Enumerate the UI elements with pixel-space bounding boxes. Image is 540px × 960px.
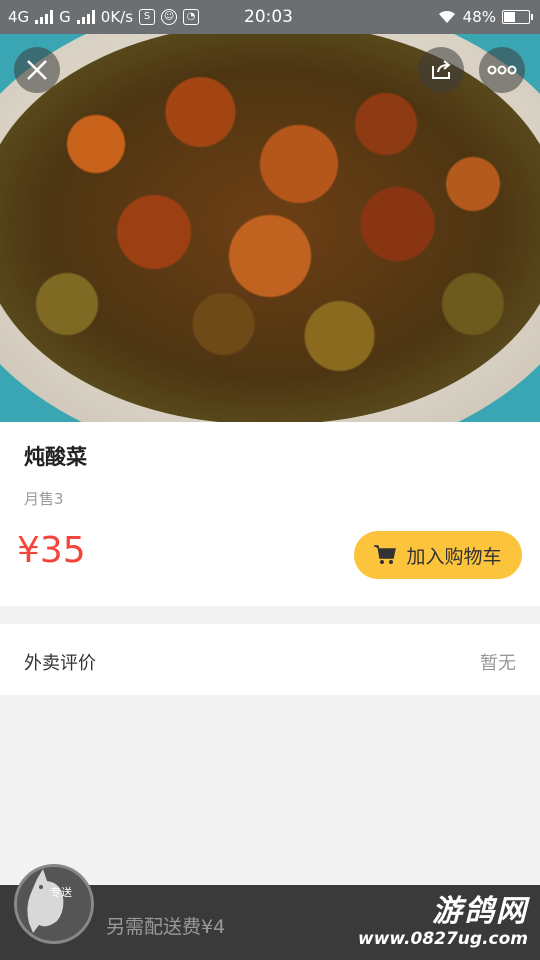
more-icon <box>487 65 517 75</box>
dish-photo <box>0 34 540 422</box>
monthly-sales: 月售3 <box>24 490 64 508</box>
status-time: 20:03 <box>244 7 293 27</box>
app-notification-icon: ◔ <box>183 9 200 25</box>
delivery-tag: 专送 <box>50 886 72 899</box>
watermark-title: 游鸽网 <box>432 894 528 929</box>
reviews-row[interactable]: 外卖评价 暂无 <box>0 624 540 695</box>
wifi-icon <box>438 10 455 23</box>
close-button[interactable] <box>14 47 60 93</box>
watermark-url: www.0827ug.com <box>358 929 528 949</box>
dish-price: ¥35 <box>17 530 86 571</box>
add-to-cart-label: 加入购物车 <box>406 546 502 568</box>
add-to-cart-button[interactable]: 加入购物车 <box>354 531 522 579</box>
share-icon <box>432 60 451 79</box>
battery-percent: 48% <box>462 8 496 26</box>
battery-icon <box>502 10 533 24</box>
kangaroo-logo-icon <box>14 864 94 944</box>
app-notification-icon: S <box>139 9 156 25</box>
status-right: 48% <box>437 8 533 26</box>
reviews-value: 暂无 <box>480 653 516 674</box>
share-button[interactable] <box>418 47 464 93</box>
network-speed: 0K/s <box>100 8 134 26</box>
status-left: 4G G 0K/s S ☺ ◔ <box>8 8 200 26</box>
cart-badge[interactable]: 专送 <box>14 856 94 944</box>
signal-icon <box>35 10 54 24</box>
delivery-fee: 另需配送费¥4 <box>106 916 226 938</box>
close-icon <box>27 60 47 80</box>
reviews-label: 外卖评价 <box>24 653 96 674</box>
dish-info-card: 炖酸菜 月售3 ¥35 加入购物车 <box>0 422 540 606</box>
watermark: 游鸽网 www.0827ug.com <box>358 894 528 950</box>
network-type-2: G <box>59 8 71 26</box>
network-type-1: 4G <box>8 8 30 26</box>
cart-icon <box>374 545 397 564</box>
signal-icon <box>76 10 95 24</box>
app-notification-icon: ☺ <box>161 9 178 25</box>
food-illustration <box>0 34 540 422</box>
status-bar: 4G G 0K/s S ☺ ◔ 20:03 48% <box>0 0 540 34</box>
dish-name: 炖酸菜 <box>24 445 87 469</box>
more-button[interactable] <box>479 47 525 93</box>
